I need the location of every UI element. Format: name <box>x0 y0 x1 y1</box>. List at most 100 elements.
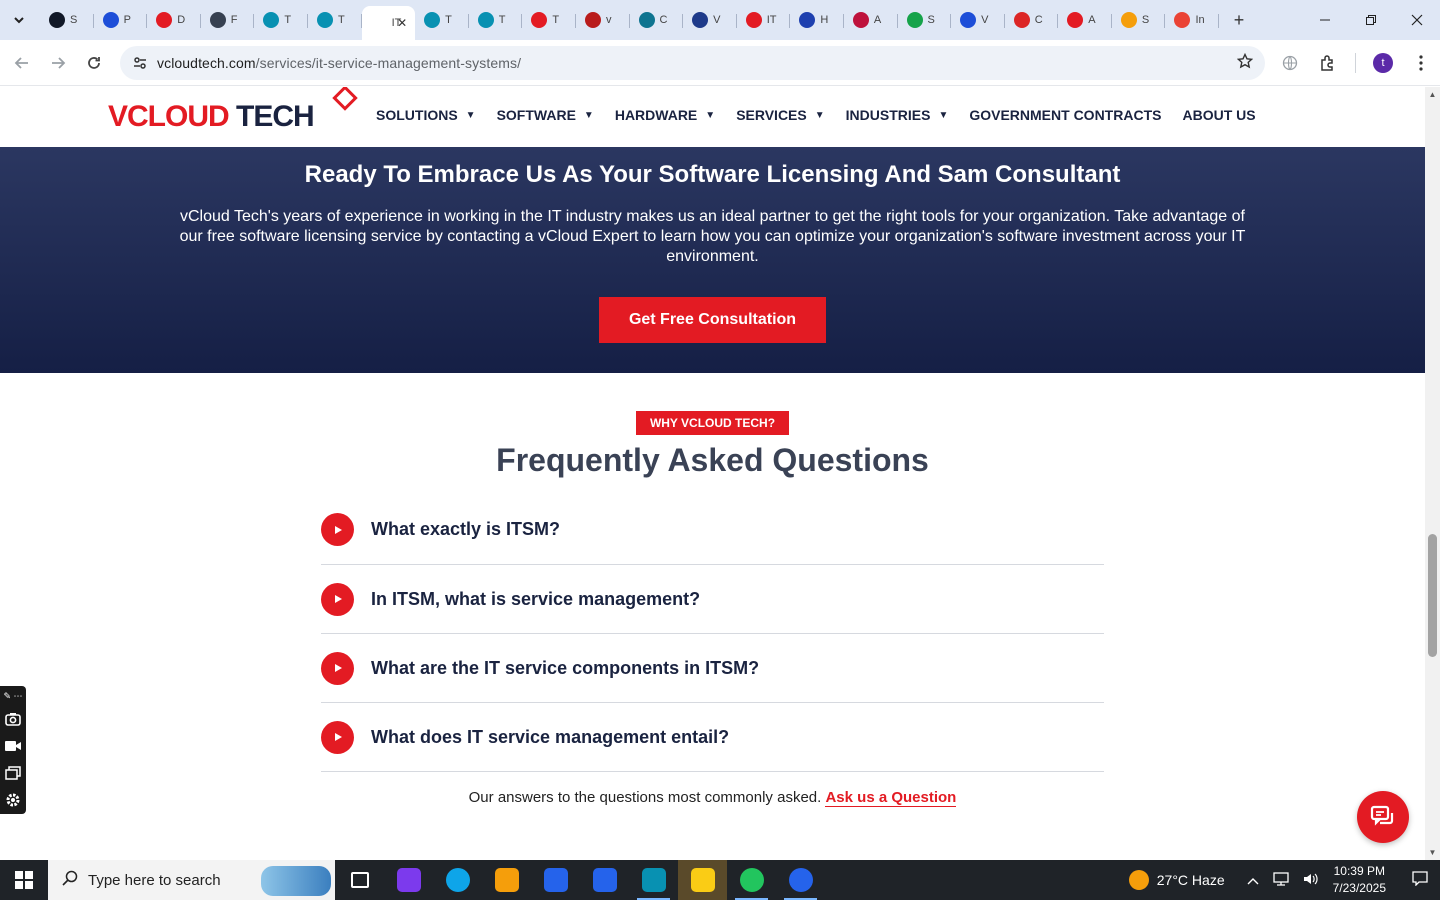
scrollbar-thumb[interactable] <box>1428 534 1437 657</box>
reload-button[interactable] <box>76 45 112 81</box>
tab-close-icon[interactable]: ✕ <box>397 16 407 30</box>
taskbar-app-app-diamond[interactable] <box>629 860 678 900</box>
browser-tab[interactable]: V <box>951 4 1005 36</box>
get-free-consultation-button[interactable]: Get Free Consultation <box>599 297 826 343</box>
new-tab-button[interactable]: + <box>1225 10 1253 31</box>
address-bar[interactable]: vcloudtech.com/services/it-service-manag… <box>120 46 1265 80</box>
faq-item[interactable]: What are the IT service components in IT… <box>321 634 1104 703</box>
nav-item-services[interactable]: SERVICES ▼ <box>736 107 824 123</box>
vcloud-tech-logo[interactable]: VCLOUD TECH <box>108 87 358 135</box>
play-arrow-icon[interactable] <box>321 582 354 616</box>
live-chat-button[interactable] <box>1357 791 1409 843</box>
tab-favicon-icon <box>531 12 548 28</box>
store-icon <box>543 868 568 892</box>
taskbar-app-sticky-notes[interactable] <box>678 860 727 900</box>
browser-tab[interactable]: A <box>1058 4 1112 36</box>
browser-tab[interactable]: C <box>630 4 684 36</box>
close-window-button[interactable] <box>1394 0 1440 40</box>
camera-icon[interactable] <box>5 705 21 732</box>
start-button[interactable] <box>0 860 48 900</box>
nav-item-solutions[interactable]: SOLUTIONS ▼ <box>376 107 476 123</box>
taskbar-app-chrome[interactable] <box>727 860 776 900</box>
taskbar-app-edge[interactable] <box>433 860 482 900</box>
browser-tab[interactable]: S <box>1112 4 1166 36</box>
tab-title: T <box>284 14 292 26</box>
browser-tab[interactable]: S <box>898 4 952 36</box>
nav-item-industries[interactable]: INDUSTRIES ▼ <box>846 107 949 123</box>
browser-tab[interactable]: H <box>790 4 844 36</box>
nav-item-software[interactable]: SOFTWARE ▼ <box>497 107 594 123</box>
tab-favicon-icon <box>102 12 119 28</box>
browser-tab[interactable]: In <box>1165 4 1219 36</box>
pen-options-icon[interactable]: ✎ ⋯ <box>3 688 22 705</box>
browser-tab[interactable]: A <box>844 4 898 36</box>
browser-tab[interactable]: T <box>522 4 576 36</box>
faq-title: Frequently Asked Questions <box>496 442 929 478</box>
extensions-puzzle-icon[interactable] <box>1309 54 1347 72</box>
tab-favicon-icon <box>960 12 977 28</box>
play-arrow-icon[interactable] <box>321 720 354 754</box>
taskbar-app-task-view[interactable] <box>335 860 384 900</box>
notification-center-icon[interactable] <box>1400 870 1440 891</box>
browser-tab[interactable]: T <box>308 4 362 36</box>
restore-button[interactable] <box>1348 0 1394 40</box>
taskbar-app-copilot[interactable] <box>384 860 433 900</box>
site-info-icon[interactable] <box>124 55 156 71</box>
play-arrow-icon[interactable] <box>321 513 354 546</box>
forward-button[interactable] <box>40 45 76 81</box>
taskbar-app-mail[interactable] <box>580 860 629 900</box>
faq-item[interactable]: What exactly is ITSM? <box>321 495 1104 565</box>
browser-tab[interactable]: v <box>576 4 630 36</box>
nav-item-about-us[interactable]: ABOUT US <box>1182 107 1255 123</box>
browser-tab[interactable]: T <box>469 4 523 36</box>
browser-tab[interactable]: T <box>415 4 469 36</box>
browser-tab[interactable]: IT <box>737 4 791 36</box>
tray-chevron-up-icon[interactable] <box>1247 873 1259 888</box>
taskbar-app-file-explorer[interactable] <box>482 860 531 900</box>
profile-button[interactable]: t <box>1364 53 1402 73</box>
reload-icon <box>88 57 100 69</box>
nav-item-government-contracts[interactable]: GOVERNMENT CONTRACTS <box>969 107 1161 123</box>
taskbar-app-zoom[interactable] <box>776 860 825 900</box>
translate-icon[interactable] <box>1271 55 1309 71</box>
scroll-up-arrow-icon[interactable]: ▲ <box>1425 87 1440 102</box>
scroll-down-arrow-icon[interactable]: ▼ <box>1425 845 1440 860</box>
ask-question-link[interactable]: Ask us a Question <box>825 789 957 807</box>
windows-icon[interactable] <box>5 759 21 786</box>
faq-item[interactable]: What does IT service management entail? <box>321 703 1104 772</box>
nav-item-hardware[interactable]: HARDWARE ▼ <box>615 107 715 123</box>
nav-item-label: HARDWARE <box>614 107 698 123</box>
faq-question: In ITSM, what is service management? <box>371 588 701 609</box>
browser-tab[interactable]: T <box>254 4 308 36</box>
tab-favicon-icon <box>1067 12 1084 28</box>
weather-widget[interactable]: 27°C Haze <box>1128 870 1225 890</box>
tab-search-button[interactable] <box>6 7 32 33</box>
taskbar-app-store[interactable] <box>531 860 580 900</box>
browser-tab-active[interactable]: IT ✕ <box>361 6 416 40</box>
browser-tab[interactable]: V <box>683 4 737 36</box>
video-camera-icon[interactable] <box>4 732 22 759</box>
volume-icon[interactable] <box>1303 872 1319 889</box>
minimize-button[interactable] <box>1302 0 1348 40</box>
browser-tab[interactable]: D <box>147 4 201 36</box>
tab-favicon-icon <box>316 12 333 28</box>
browser-tab[interactable]: P <box>94 4 148 36</box>
tab-title: In <box>1195 14 1205 26</box>
taskbar-search-box[interactable]: Type here to search <box>48 860 335 900</box>
back-button[interactable] <box>4 45 40 81</box>
faq-item[interactable]: In ITSM, what is service management? <box>321 565 1104 634</box>
play-arrow-icon[interactable] <box>321 651 354 685</box>
app-diamond-icon <box>641 868 666 892</box>
tab-title: S <box>70 14 78 26</box>
tab-favicon-icon <box>745 12 762 28</box>
network-icon[interactable] <box>1272 871 1289 889</box>
browser-toolbar: vcloudtech.com/services/it-service-manag… <box>0 40 1440 86</box>
settings-gear-icon[interactable] <box>5 786 21 813</box>
browser-tab[interactable]: F <box>201 4 255 36</box>
clock[interactable]: 10:39 PM 7/23/2025 <box>1333 863 1386 897</box>
bookmark-star-icon[interactable] <box>1236 52 1254 74</box>
page-scrollbar[interactable]: ▲ ▼ <box>1425 87 1440 860</box>
browser-tab[interactable]: C <box>1005 4 1059 36</box>
browser-menu-button[interactable] <box>1402 55 1440 71</box>
browser-tab[interactable]: S <box>40 4 94 36</box>
